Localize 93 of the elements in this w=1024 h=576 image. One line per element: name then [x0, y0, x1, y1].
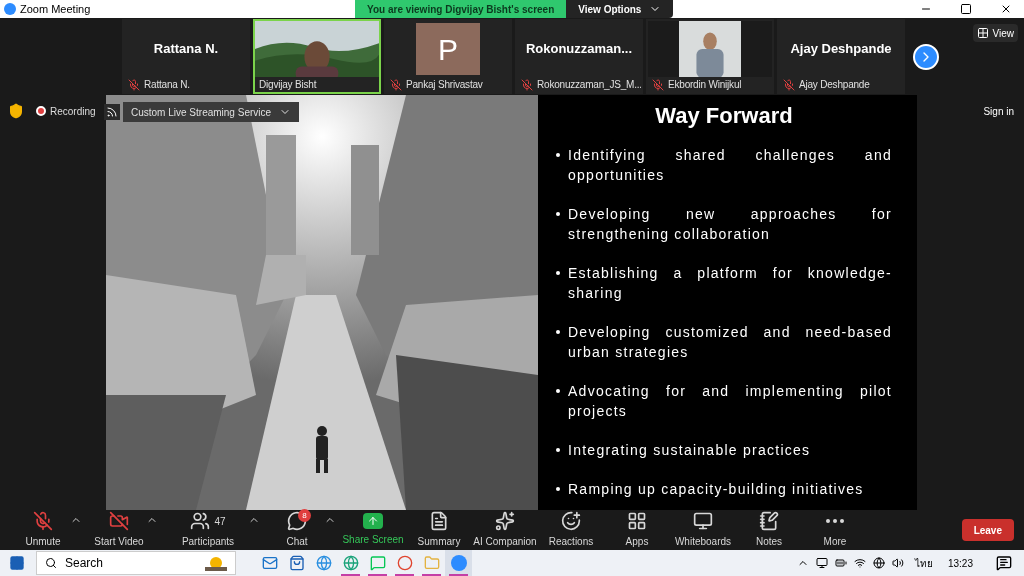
- people-icon: [190, 511, 211, 531]
- window-title: Zoom Meeting: [20, 1, 91, 17]
- bullet-text: Ramping up capacity-building initiatives: [568, 480, 864, 499]
- toolbar-button[interactable]: Share Screen: [340, 510, 406, 550]
- bullet-icon: [556, 389, 560, 393]
- toolbar-button[interactable]: Start Video: [86, 510, 152, 550]
- toolbar-button[interactable]: Reactions: [538, 510, 604, 550]
- bullet-icon: [556, 271, 560, 275]
- toolbar-button[interactable]: AI Companion: [472, 510, 538, 550]
- stream-service-dropdown[interactable]: Custom Live Streaming Service: [123, 102, 300, 122]
- bullet-text: Establishing a platform for knowledge-sharing: [568, 264, 892, 303]
- bullet-text: Developing new approaches for strengthening collaboration: [568, 205, 892, 244]
- bullet-icon: [556, 212, 560, 216]
- rss-icon: [104, 104, 120, 120]
- recording-indicator: [36, 106, 46, 116]
- bullet-text: Advocating for and implementing pilot projects: [568, 382, 892, 421]
- windows-start-icon[interactable]: [9, 555, 25, 571]
- whiteboard-icon: [693, 511, 713, 531]
- toolbar-button[interactable]: 8 Chat: [264, 510, 330, 550]
- more-icon: [826, 519, 844, 523]
- participant-tile[interactable]: Rokonuzzaman... Rokonuzzaman_JS_M...: [515, 19, 643, 94]
- participant-name: Pankaj Shrivastav: [406, 78, 483, 92]
- mail-icon: [261, 555, 278, 571]
- zoom-app-icon: [450, 555, 467, 571]
- browser-icon: [396, 555, 413, 571]
- participant-tile[interactable]: Digvijay Bisht: [253, 19, 381, 94]
- participant-name: Ajay Deshpande: [799, 78, 870, 92]
- maximize-icon[interactable]: [960, 3, 972, 15]
- toolbar-button[interactable]: Notes: [736, 510, 802, 550]
- participant-tile[interactable]: P Pankaj Shrivastav: [384, 19, 512, 94]
- viewing-banner: You are viewing Digvijay Bisht's screen: [355, 0, 567, 18]
- toolbar-button[interactable]: 47 Participants: [162, 510, 254, 550]
- sun-icon: [205, 555, 227, 571]
- bullet-text: Developing customized and need-based urban strategies: [568, 323, 892, 362]
- toolbar-button[interactable]: Apps: [604, 510, 670, 550]
- globe-icon: [315, 555, 332, 571]
- search-icon: [45, 557, 57, 569]
- participant-display-name: Ajay Deshpande: [790, 40, 892, 59]
- slide-title: Way Forward: [654, 102, 794, 130]
- view-button[interactable]: View: [972, 24, 1018, 42]
- bullet-text: Identifying shared challenges and opportunities: [568, 146, 892, 185]
- app-logo-icon: [4, 3, 16, 15]
- video-off-icon: [109, 511, 129, 531]
- chat-bubble-icon: [287, 511, 307, 531]
- participant-tile[interactable]: Ajay Deshpande Ajay Deshpande: [777, 19, 905, 94]
- unread-badge: 8: [298, 509, 311, 522]
- toolbar-button[interactable]: More: [802, 510, 868, 550]
- leave-button[interactable]: Leave: [961, 519, 1014, 541]
- browser-icon: [342, 555, 359, 571]
- device-icon: [815, 557, 828, 569]
- view-options-button[interactable]: View Options: [566, 0, 674, 18]
- apps-icon: [627, 511, 647, 531]
- participant-tile[interactable]: Rattana N. Rattana N.: [122, 19, 250, 94]
- bullet-icon: [556, 153, 560, 157]
- globe-icon: [872, 557, 885, 569]
- bullet-icon: [556, 487, 560, 491]
- muted-microphone-icon: [33, 511, 53, 531]
- participant-name: Ekbordin Winijkul: [668, 78, 742, 92]
- toolbar-button[interactable]: Unmute: [10, 510, 76, 550]
- sparkle-icon: [495, 511, 515, 531]
- bullet-icon: [556, 330, 560, 334]
- taskbar-search-field[interactable]: Search: [36, 551, 236, 575]
- chat-app-icon: [369, 555, 386, 571]
- close-icon[interactable]: [1000, 3, 1012, 15]
- smiley-icon: [561, 511, 581, 531]
- participant-count: 47: [214, 514, 226, 529]
- participant-name: Rattana N.: [144, 78, 190, 92]
- sign-in-link[interactable]: Sign in: [983, 104, 1014, 119]
- avatar: P: [416, 23, 480, 75]
- network-icon: [853, 557, 866, 569]
- notifications-icon[interactable]: [996, 555, 1012, 571]
- input-language[interactable]: ไทย: [914, 555, 933, 571]
- participant-name: Digvijay Bisht: [259, 78, 317, 92]
- clock[interactable]: 13:23: [947, 555, 973, 571]
- store-icon: [288, 555, 305, 571]
- participant-display-name: Rattana N.: [153, 40, 219, 59]
- next-page-button[interactable]: [913, 44, 939, 70]
- folder-icon: [423, 555, 440, 571]
- bullet-icon: [556, 448, 560, 452]
- recording-label: Recording: [50, 104, 96, 119]
- document-icon: [429, 511, 449, 531]
- toolbar-button[interactable]: Summary: [406, 510, 472, 550]
- battery-icon: [834, 557, 847, 569]
- participant-name: Rokonuzzaman_JS_M...: [537, 78, 641, 92]
- volume-icon: [891, 557, 904, 569]
- toolbar-button[interactable]: Whiteboards: [670, 510, 736, 550]
- participant-tile[interactable]: Ekbordin Winijkul: [646, 19, 774, 94]
- bullet-text: Integrating sustainable practices: [568, 441, 811, 460]
- taskbar-app[interactable]: [445, 550, 472, 576]
- participant-display-name: Rokonuzzaman...: [525, 40, 633, 59]
- notes-icon: [759, 511, 779, 531]
- shield-icon: [8, 103, 24, 119]
- grid-icon: [976, 27, 989, 39]
